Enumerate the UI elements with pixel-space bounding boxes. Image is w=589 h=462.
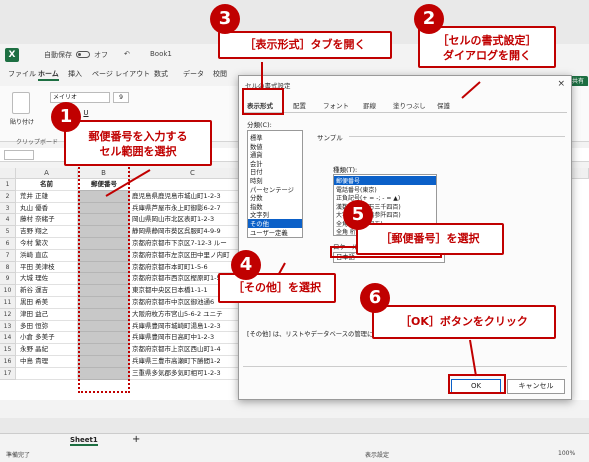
callout-line: ［セルの書式設定］ [437,34,537,47]
step-3-badge: 3 [210,4,240,34]
display-settings[interactable]: 表示設定 [365,450,389,459]
status-bar: 準備完了 表示設定 100% [0,447,589,462]
add-sheet-button[interactable]: + [132,434,140,445]
callout-4-box: ［その他］を選択 [218,273,336,303]
callout-line: ダイアログを開く [443,49,531,62]
zoom-level: 100% [558,450,576,457]
sheet-tab-bar: Sheet1 + [0,433,589,447]
callout-5-box: ［郵便番号］を選択 [356,223,504,255]
step-1-badge: 1 [51,102,81,132]
step-5-badge: 5 [343,200,373,230]
step-6-badge: 6 [360,283,390,313]
sheet-tab-sheet1[interactable]: Sheet1 [70,436,98,446]
callout-2-box: ［セルの書式設定］ ダイアログを開く [418,26,556,68]
status-ready: 準備完了 [6,452,31,459]
callout-line: 郵便番号を入力する [88,130,188,143]
callout-line: セル範囲を選択 [99,145,177,158]
step-4-badge: 4 [231,250,261,280]
callout-3-box: ［表示形式］タブを開く [218,31,392,59]
callout-6-box: ［OK］ボタンをクリック [372,305,556,339]
callout-1-box: 郵便番号を入力する セル範囲を選択 [64,120,212,166]
step-2-badge: 2 [414,4,444,34]
